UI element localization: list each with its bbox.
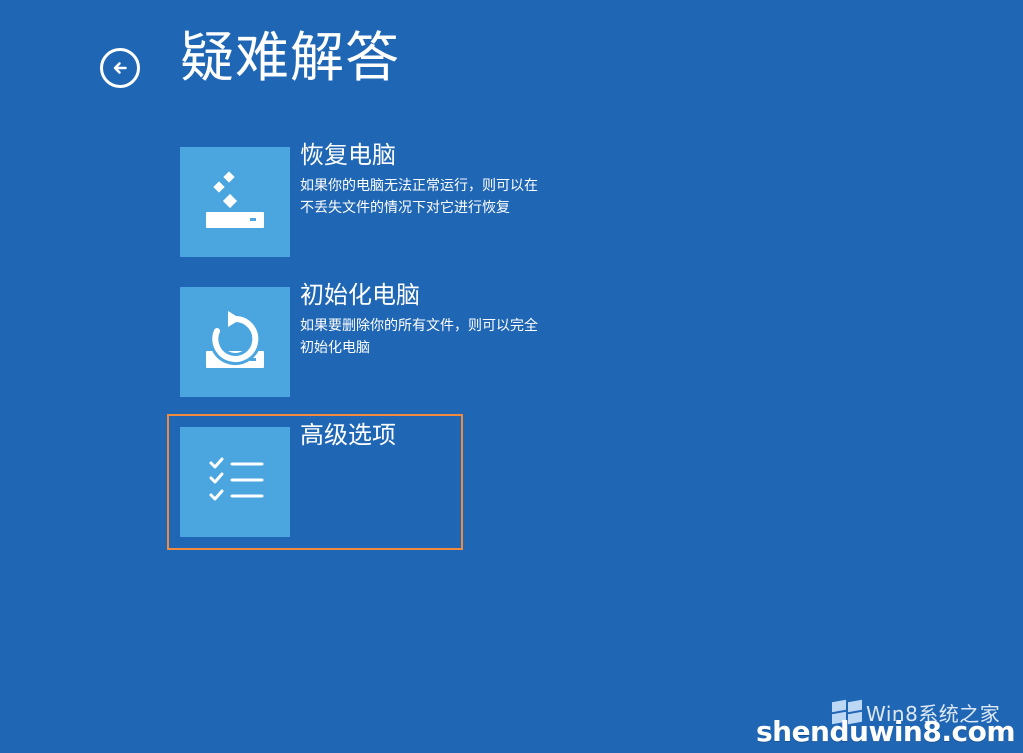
- checklist-icon: [209, 457, 264, 501]
- option-advanced-options[interactable]: 高级选项: [180, 422, 550, 537]
- option-restore-pc[interactable]: 恢复电脑 如果你的电脑无法正常运行，则可以在不丢失文件的情况下对它进行恢复: [180, 142, 550, 257]
- restore-drive-icon: [206, 171, 264, 228]
- reset-drive-icon: [206, 311, 264, 368]
- troubleshoot-page: 疑难解答 恢复电脑 如果你的电脑无法正常运行，则可以在不丢失文件的情况下对它进行…: [0, 0, 1023, 753]
- option-icon-tile: [180, 147, 290, 257]
- option-reset-pc[interactable]: 初始化电脑 如果要删除你的所有文件，则可以完全初始化电脑: [180, 282, 550, 397]
- option-icon-tile: [180, 427, 290, 537]
- watermark-domain: shenduwin8.com: [755, 715, 1016, 748]
- back-button[interactable]: [100, 48, 140, 88]
- option-title: 初始化电脑: [300, 281, 420, 309]
- page-title: 疑难解答: [180, 26, 400, 89]
- back-arrow-icon: [113, 62, 127, 74]
- option-description: 如果你的电脑无法正常运行，则可以在不丢失文件的情况下对它进行恢复: [300, 178, 538, 216]
- option-title: 高级选项: [300, 421, 396, 449]
- watermark: Win8系统之家 shenduwin8.com: [756, 695, 1023, 753]
- option-description: 如果要删除你的所有文件，则可以完全初始化电脑: [300, 318, 538, 356]
- option-title: 恢复电脑: [300, 141, 396, 169]
- option-icon-tile: [180, 287, 290, 397]
